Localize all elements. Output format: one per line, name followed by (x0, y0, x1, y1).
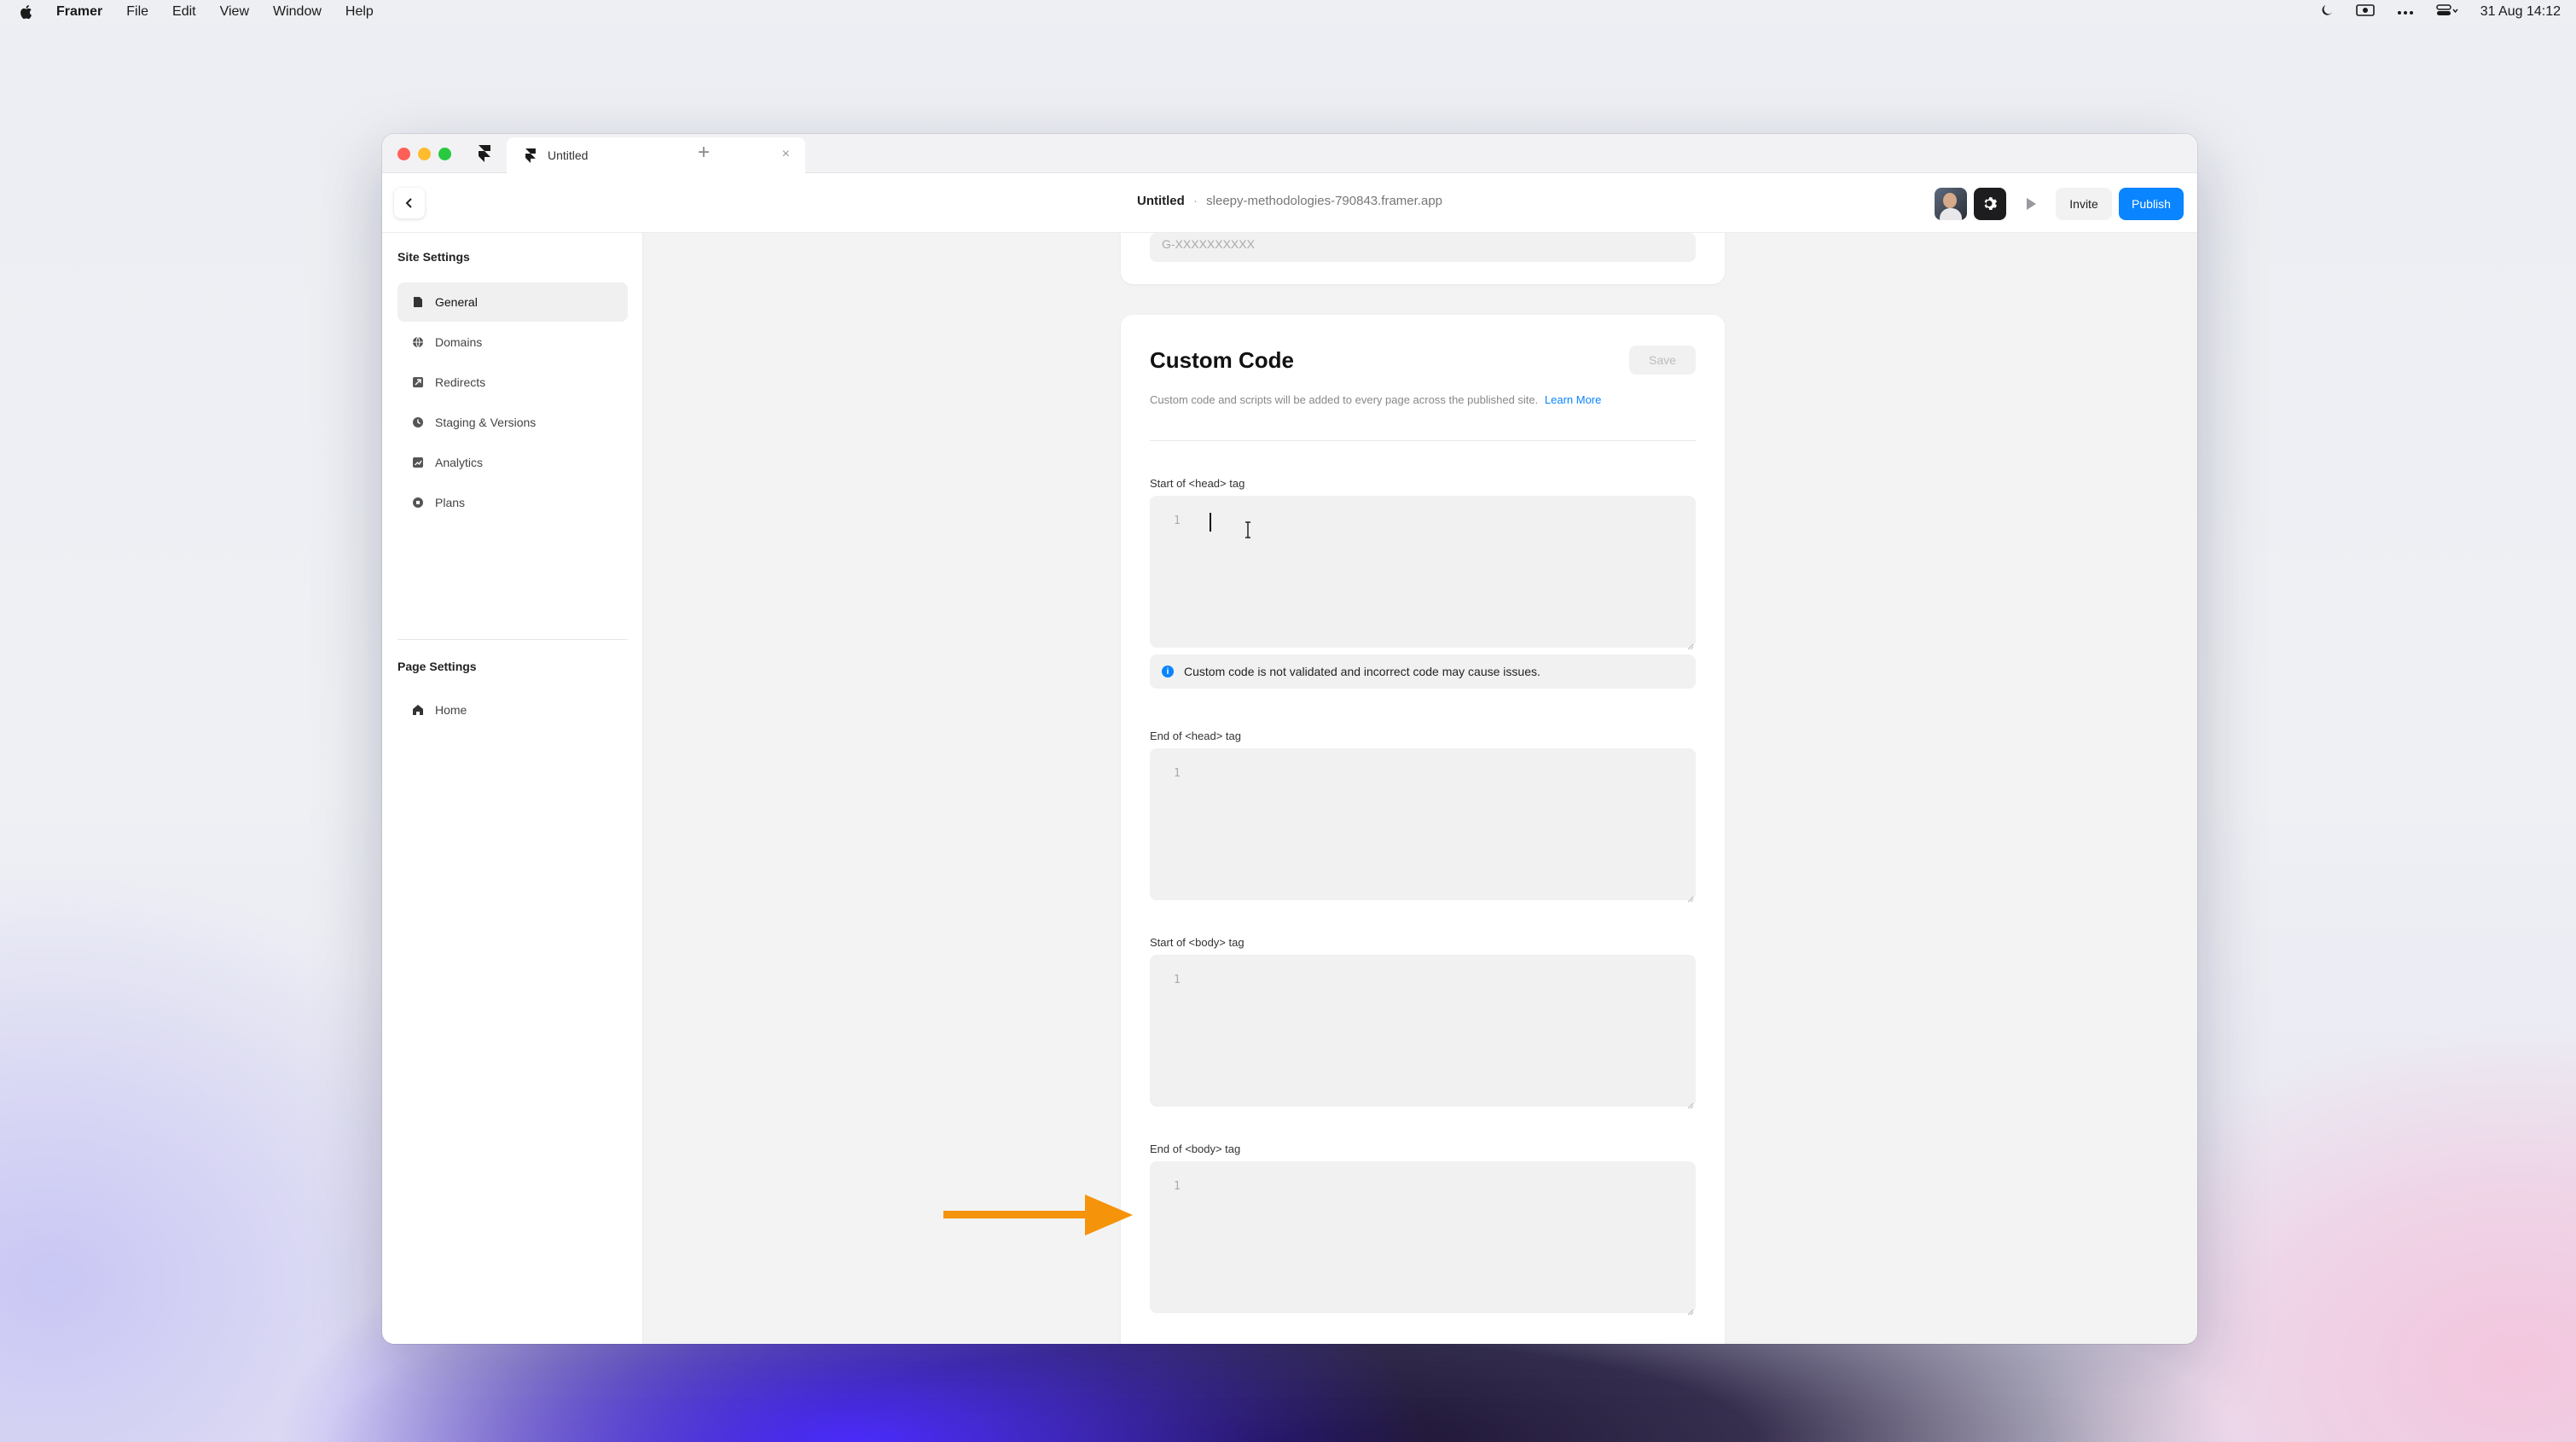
play-icon (2027, 198, 2036, 210)
settings-button[interactable] (1974, 188, 2006, 220)
settings-main: G-XXXXXXXXXX Custom Code Save Custom cod… (643, 233, 2197, 1344)
project-name[interactable]: Untitled (1137, 194, 1185, 208)
more-icon[interactable] (2397, 4, 2414, 20)
tab-untitled[interactable]: Untitled × (507, 137, 805, 173)
resize-handle-icon[interactable] (1687, 639, 1694, 650)
toolbar: Untitled · sleepy-methodologies-790843.f… (382, 173, 2197, 233)
ibeam-cursor-icon (1244, 521, 1252, 538)
end-body-label: End of <body> tag (1150, 1143, 1241, 1155)
info-icon: i (1162, 666, 1174, 677)
sidebar-item-plans[interactable]: Plans (397, 483, 628, 522)
sidebar-item-staging[interactable]: Staging & Versions (397, 403, 628, 442)
document-icon (411, 295, 425, 309)
preview-button[interactable] (2015, 188, 2047, 220)
new-tab-button[interactable]: + (698, 141, 710, 165)
annotation-arrow-icon (943, 1195, 1133, 1236)
menu-file[interactable]: File (126, 4, 148, 20)
framer-logo-icon[interactable] (474, 143, 495, 164)
line-number: 1 (1174, 974, 1181, 986)
sidebar-item-general[interactable]: General (397, 282, 628, 322)
sidebar-divider (397, 639, 628, 640)
warning-text: Custom code is not validated and incorre… (1184, 665, 1540, 678)
globe-icon (411, 335, 425, 349)
line-number: 1 (1174, 1180, 1181, 1193)
sidebar-item-redirects[interactable]: Redirects (397, 363, 628, 402)
custom-code-description: Custom code and scripts will be added to… (1150, 393, 1601, 406)
end-body-code-editor[interactable]: 1 (1150, 1161, 1696, 1316)
zoom-window-button[interactable] (438, 148, 451, 160)
framer-window: Untitled × + Untitled · sleepy-methodolo… (382, 134, 2197, 1344)
google-analytics-id-input[interactable]: G-XXXXXXXXXX (1150, 233, 1696, 262)
page-settings-heading: Page Settings (397, 660, 477, 673)
apple-icon[interactable] (17, 3, 34, 20)
text-caret (1210, 513, 1211, 532)
menu-app-name[interactable]: Framer (56, 4, 102, 20)
tab-close-icon[interactable]: × (782, 147, 790, 162)
close-window-button[interactable] (397, 148, 410, 160)
start-head-label: Start of <head> tag (1150, 477, 1245, 490)
publish-button[interactable]: Publish (2119, 188, 2184, 220)
moon-icon[interactable] (2320, 3, 2334, 21)
sidebar-item-label: Analytics (435, 456, 484, 469)
clock-icon (411, 416, 425, 429)
custom-code-card: Custom Code Save Custom code and scripts… (1121, 315, 1725, 1344)
menu-edit[interactable]: Edit (172, 4, 196, 20)
sidebar-item-home[interactable]: Home (397, 690, 628, 730)
chart-icon (411, 456, 425, 469)
tab-title: Untitled (548, 148, 589, 162)
menu-window[interactable]: Window (273, 4, 322, 20)
description-text: Custom code and scripts will be added to… (1150, 393, 1539, 406)
validation-warning: i Custom code is not validated and incor… (1150, 654, 1696, 689)
invite-button[interactable]: Invite (2056, 188, 2112, 220)
line-number: 1 (1174, 515, 1181, 527)
menu-view[interactable]: View (220, 4, 249, 20)
menu-help[interactable]: Help (345, 4, 374, 20)
end-head-code-editor[interactable]: 1 (1150, 748, 1696, 903)
tab-bar: Untitled × + (382, 134, 2197, 173)
menu-bar: Framer File Edit View Window Help 31 Aug… (0, 0, 2576, 24)
control-center-icon[interactable] (2435, 3, 2458, 21)
start-head-code-editor[interactable]: 1 (1150, 496, 1696, 650)
custom-code-title: Custom Code (1150, 347, 1294, 373)
resize-handle-icon[interactable] (1687, 1305, 1694, 1316)
sidebar-item-label: Plans (435, 496, 466, 509)
redirect-icon (411, 375, 425, 389)
analytics-card: G-XXXXXXXXXX (1121, 233, 1725, 284)
clock[interactable]: 31 Aug 14:12 (2480, 4, 2561, 20)
sidebar-item-label: General (435, 295, 478, 309)
start-body-code-editor[interactable]: 1 (1150, 955, 1696, 1109)
section-divider (1150, 440, 1696, 441)
end-head-label: End of <head> tag (1150, 730, 1241, 742)
screen-record-icon[interactable] (2355, 3, 2375, 21)
line-number: 1 (1174, 767, 1181, 780)
start-body-label: Start of <body> tag (1150, 936, 1244, 949)
site-domain[interactable]: sleepy-methodologies-790843.framer.app (1206, 194, 1442, 208)
minimize-window-button[interactable] (418, 148, 431, 160)
resize-handle-icon[interactable] (1687, 892, 1694, 903)
sidebar-item-domains[interactable]: Domains (397, 323, 628, 362)
plan-icon (411, 496, 425, 509)
avatar[interactable] (1935, 188, 1967, 220)
resize-handle-icon[interactable] (1687, 1098, 1694, 1109)
sidebar-item-label: Redirects (435, 375, 486, 389)
gear-icon (1984, 197, 1997, 210)
settings-sidebar: Site Settings General Domains Redirects … (382, 233, 643, 1344)
framer-tab-icon (522, 147, 539, 164)
sidebar-item-label: Domains (435, 335, 483, 349)
sidebar-item-label: Staging & Versions (435, 416, 537, 429)
home-icon (411, 703, 425, 717)
title-separator: · (1192, 194, 1198, 208)
document-title: Untitled · sleepy-methodologies-790843.f… (382, 194, 2197, 208)
site-settings-heading: Site Settings (397, 250, 470, 264)
save-button[interactable]: Save (1629, 346, 1696, 375)
sidebar-item-analytics[interactable]: Analytics (397, 443, 628, 482)
learn-more-link[interactable]: Learn More (1545, 393, 1601, 406)
sidebar-item-label: Home (435, 703, 467, 717)
